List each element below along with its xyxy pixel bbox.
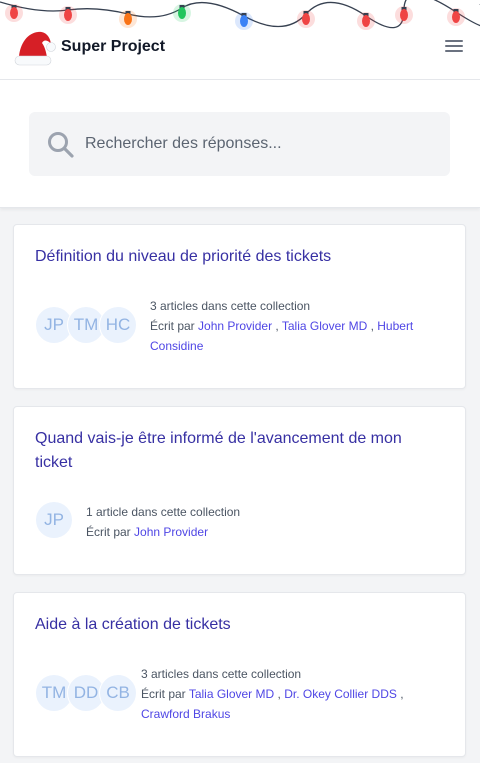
light-bulb xyxy=(400,9,408,21)
brand[interactable]: Super Project xyxy=(12,24,165,70)
light-bulb xyxy=(64,9,72,21)
search-input[interactable] xyxy=(85,112,435,176)
author-link[interactable]: John Provider xyxy=(134,525,208,539)
author-avatars: JP TM HC xyxy=(35,306,137,344)
light-bulb xyxy=(240,15,248,27)
santa-hat-icon xyxy=(14,31,56,66)
light-bulb xyxy=(362,15,370,27)
light-bulb xyxy=(178,7,186,19)
author-link[interactable]: Dr. Okey Collier DDS xyxy=(284,687,397,701)
light-bulb xyxy=(302,13,310,25)
collection-card[interactable]: Quand vais-je être informé de l'avanceme… xyxy=(13,406,466,575)
written-by-label: Écrit par xyxy=(141,687,186,701)
light-bulb xyxy=(10,7,18,19)
author-link[interactable]: Crawford Brakus xyxy=(141,707,230,721)
collection-title-link[interactable]: Définition du niveau de priorité des tic… xyxy=(35,245,435,269)
article-count: 3 articles dans cette collection xyxy=(150,299,311,313)
author-avatars: JP xyxy=(35,501,73,539)
avatar: CB xyxy=(99,674,137,712)
written-by: Écrit par Talia Glover MD , Dr. Okey Col… xyxy=(141,687,404,721)
avatar: HC xyxy=(99,306,137,344)
search-icon xyxy=(48,132,74,158)
written-by: Écrit par John Provider , Talia Glover M… xyxy=(150,319,414,353)
author-link[interactable]: John Provider xyxy=(198,319,272,333)
collection-title-link[interactable]: Quand vais-je être informé de l'avanceme… xyxy=(35,427,435,475)
written-by-label: Écrit par xyxy=(150,319,195,333)
article-count: 1 article dans cette collection xyxy=(86,505,241,519)
hamburger-menu-icon[interactable] xyxy=(443,37,465,57)
collection-card[interactable]: Aide à la création de tickets TM DD CB 3… xyxy=(13,592,466,757)
light-bulb xyxy=(452,11,460,23)
brand-name: Super Project xyxy=(61,38,166,55)
site-header: Super Project xyxy=(0,0,480,80)
collection-title-link[interactable]: Aide à la création de tickets xyxy=(35,613,435,637)
collection-meta: 1 article dans cette collection Écrit pa… xyxy=(86,502,386,542)
written-by-label: Écrit par xyxy=(86,525,131,539)
author-avatars: TM DD CB xyxy=(35,674,137,712)
collection-card[interactable]: Définition du niveau de priorité des tic… xyxy=(13,224,466,389)
search-box xyxy=(29,112,450,176)
search-section xyxy=(0,80,480,208)
written-by: Écrit par John Provider xyxy=(86,522,386,542)
author-link[interactable]: Talia Glover MD xyxy=(282,319,367,333)
author-link[interactable]: Talia Glover MD xyxy=(189,687,274,701)
collection-meta: 3 articles dans cette collection Écrit p… xyxy=(150,296,440,356)
article-count: 3 articles dans cette collection xyxy=(141,667,302,681)
collection-meta: 3 articles dans cette collection Écrit p… xyxy=(141,664,446,724)
avatar: JP xyxy=(35,501,73,539)
